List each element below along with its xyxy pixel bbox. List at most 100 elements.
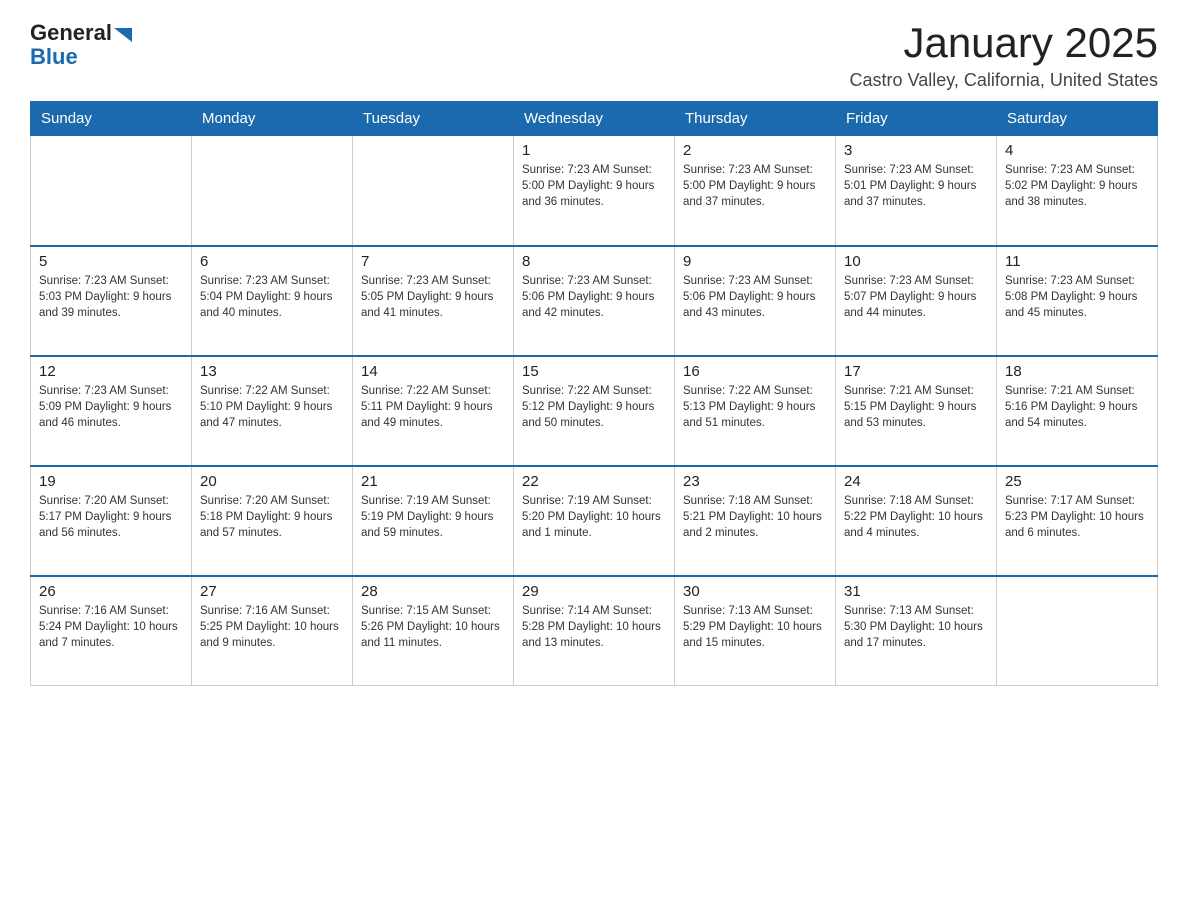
table-row: 19Sunrise: 7:20 AM Sunset: 5:17 PM Dayli… (31, 466, 192, 576)
day-number: 20 (200, 473, 344, 490)
day-info: Sunrise: 7:21 AM Sunset: 5:15 PM Dayligh… (844, 383, 988, 431)
table-row (353, 136, 514, 246)
table-row: 21 Sunrise: 7:19 AM Sunset: 5:19 PM Dayli… (353, 466, 514, 576)
table-row: 26Sunrise: 7:16 AM Sunset: 5:24 PM Dayli… (31, 576, 192, 686)
day-number: 17 (844, 363, 988, 380)
day-info: Sunrise: 7:22 AM Sunset: 5:13 PM Dayligh… (683, 383, 827, 431)
location-title: Castro Valley, California, United States (850, 70, 1158, 91)
calendar-week-row: 19Sunrise: 7:20 AM Sunset: 5:17 PM Dayli… (31, 466, 1158, 576)
table-row: 4Sunrise: 7:23 AM Sunset: 5:02 PM Daylig… (997, 136, 1158, 246)
day-info: Sunrise: 7:14 AM Sunset: 5:28 PM Dayligh… (522, 603, 666, 651)
day-number: 5 (39, 253, 183, 270)
day-number: 12 (39, 363, 183, 380)
header-friday: Friday (836, 102, 997, 136)
day-info: Sunrise: 7:13 AM Sunset: 5:29 PM Dayligh… (683, 603, 827, 651)
table-row: 25 Sunrise: 7:17 AM Sunset: 5:23 PM Dayli… (997, 466, 1158, 576)
day-info: Sunrise: 7:22 AM Sunset: 5:11 PM Dayligh… (361, 383, 505, 431)
calendar-table: Sunday Monday Tuesday Wednesday Thursday… (30, 101, 1158, 686)
calendar-week-row: 1 Sunrise: 7:23 AM Sunset: 5:00 PM Daylig… (31, 136, 1158, 246)
logo-general-text: General (30, 20, 112, 46)
day-info: Sunrise: 7:23 AM Sunset: 5:08 PM Dayligh… (1005, 273, 1149, 321)
day-number: 24 (844, 473, 988, 490)
header-monday: Monday (192, 102, 353, 136)
table-row: 17 Sunrise: 7:21 AM Sunset: 5:15 PM Dayli… (836, 356, 997, 466)
table-row: 3 Sunrise: 7:23 AM Sunset: 5:01 PM Daylig… (836, 136, 997, 246)
day-number: 9 (683, 253, 827, 270)
calendar-week-row: 12 Sunrise: 7:23 AM Sunset: 5:09 PM Dayli… (31, 356, 1158, 466)
day-number: 28 (361, 583, 505, 600)
day-info: Sunrise: 7:16 AM Sunset: 5:25 PM Dayligh… (200, 603, 344, 651)
day-number: 25 (1005, 473, 1149, 490)
logo-triangle-icon (114, 24, 136, 46)
day-info: Sunrise: 7:20 AM Sunset: 5:18 PM Dayligh… (200, 493, 344, 541)
day-info: Sunrise: 7:23 AM Sunset: 5:09 PM Dayligh… (39, 383, 183, 431)
day-info: Sunrise: 7:19 AM Sunset: 5:19 PM Dayligh… (361, 493, 505, 541)
day-number: 31 (844, 583, 988, 600)
table-row: 7Sunrise: 7:23 AM Sunset: 5:05 PM Daylig… (353, 246, 514, 356)
day-number: 10 (844, 253, 988, 270)
day-number: 4 (1005, 142, 1149, 159)
day-info: Sunrise: 7:17 AM Sunset: 5:23 PM Dayligh… (1005, 493, 1149, 541)
header-saturday: Saturday (997, 102, 1158, 136)
day-number: 30 (683, 583, 827, 600)
day-info: Sunrise: 7:18 AM Sunset: 5:21 PM Dayligh… (683, 493, 827, 541)
table-row: 23 Sunrise: 7:18 AM Sunset: 5:21 PM Dayli… (675, 466, 836, 576)
day-number: 1 (522, 142, 666, 159)
table-row: 24Sunrise: 7:18 AM Sunset: 5:22 PM Dayli… (836, 466, 997, 576)
table-row (192, 136, 353, 246)
day-info: Sunrise: 7:23 AM Sunset: 5:06 PM Dayligh… (522, 273, 666, 321)
day-number: 2 (683, 142, 827, 159)
day-number: 14 (361, 363, 505, 380)
title-area: January 2025 Castro Valley, California, … (850, 20, 1158, 91)
day-info: Sunrise: 7:15 AM Sunset: 5:26 PM Dayligh… (361, 603, 505, 651)
day-number: 29 (522, 583, 666, 600)
table-row: 18 Sunrise: 7:21 AM Sunset: 5:16 PM Dayli… (997, 356, 1158, 466)
calendar-week-row: 26Sunrise: 7:16 AM Sunset: 5:24 PM Dayli… (31, 576, 1158, 686)
day-number: 15 (522, 363, 666, 380)
header-thursday: Thursday (675, 102, 836, 136)
day-info: Sunrise: 7:23 AM Sunset: 5:00 PM Dayligh… (522, 162, 666, 210)
table-row: 20 Sunrise: 7:20 AM Sunset: 5:18 PM Dayli… (192, 466, 353, 576)
table-row: 22Sunrise: 7:19 AM Sunset: 5:20 PM Dayli… (514, 466, 675, 576)
table-row: 28 Sunrise: 7:15 AM Sunset: 5:26 PM Dayli… (353, 576, 514, 686)
table-row: 16Sunrise: 7:22 AM Sunset: 5:13 PM Dayli… (675, 356, 836, 466)
day-number: 18 (1005, 363, 1149, 380)
day-info: Sunrise: 7:22 AM Sunset: 5:12 PM Dayligh… (522, 383, 666, 431)
table-row: 9 Sunrise: 7:23 AM Sunset: 5:06 PM Daylig… (675, 246, 836, 356)
table-row (31, 136, 192, 246)
calendar-week-row: 5 Sunrise: 7:23 AM Sunset: 5:03 PM Daylig… (31, 246, 1158, 356)
day-info: Sunrise: 7:23 AM Sunset: 5:04 PM Dayligh… (200, 273, 344, 321)
day-info: Sunrise: 7:23 AM Sunset: 5:06 PM Dayligh… (683, 273, 827, 321)
table-row: 12 Sunrise: 7:23 AM Sunset: 5:09 PM Dayli… (31, 356, 192, 466)
day-info: Sunrise: 7:23 AM Sunset: 5:01 PM Dayligh… (844, 162, 988, 210)
day-number: 21 (361, 473, 505, 490)
day-info: Sunrise: 7:23 AM Sunset: 5:07 PM Dayligh… (844, 273, 988, 321)
day-info: Sunrise: 7:13 AM Sunset: 5:30 PM Dayligh… (844, 603, 988, 651)
day-info: Sunrise: 7:21 AM Sunset: 5:16 PM Dayligh… (1005, 383, 1149, 431)
day-number: 22 (522, 473, 666, 490)
day-number: 6 (200, 253, 344, 270)
day-number: 3 (844, 142, 988, 159)
table-row: 6 Sunrise: 7:23 AM Sunset: 5:04 PM Daylig… (192, 246, 353, 356)
table-row: 29 Sunrise: 7:14 AM Sunset: 5:28 PM Dayli… (514, 576, 675, 686)
table-row: 1 Sunrise: 7:23 AM Sunset: 5:00 PM Daylig… (514, 136, 675, 246)
table-row: 5 Sunrise: 7:23 AM Sunset: 5:03 PM Daylig… (31, 246, 192, 356)
table-row (997, 576, 1158, 686)
table-row: 14 Sunrise: 7:22 AM Sunset: 5:11 PM Dayli… (353, 356, 514, 466)
day-number: 23 (683, 473, 827, 490)
day-info: Sunrise: 7:16 AM Sunset: 5:24 PM Dayligh… (39, 603, 183, 651)
header-wednesday: Wednesday (514, 102, 675, 136)
day-number: 7 (361, 253, 505, 270)
table-row: 30 Sunrise: 7:13 AM Sunset: 5:29 PM Dayli… (675, 576, 836, 686)
logo-blue-text: Blue (30, 46, 78, 68)
day-info: Sunrise: 7:23 AM Sunset: 5:03 PM Dayligh… (39, 273, 183, 321)
day-number: 11 (1005, 253, 1149, 270)
table-row: 11 Sunrise: 7:23 AM Sunset: 5:08 PM Dayli… (997, 246, 1158, 356)
table-row: 2Sunrise: 7:23 AM Sunset: 5:00 PM Daylig… (675, 136, 836, 246)
weekday-header-row: Sunday Monday Tuesday Wednesday Thursday… (31, 102, 1158, 136)
table-row: 27Sunrise: 7:16 AM Sunset: 5:25 PM Dayli… (192, 576, 353, 686)
logo: General Blue (30, 20, 136, 68)
day-number: 8 (522, 253, 666, 270)
header-tuesday: Tuesday (353, 102, 514, 136)
day-number: 13 (200, 363, 344, 380)
